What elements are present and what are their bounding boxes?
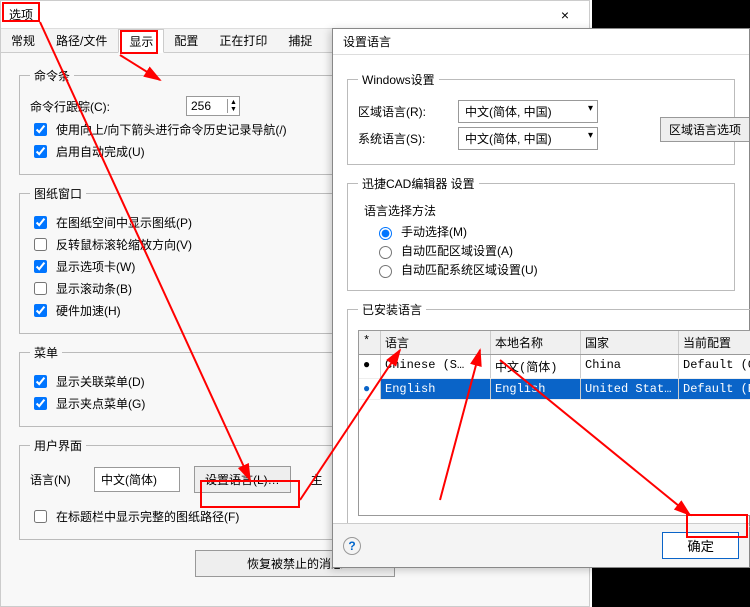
- tab-display[interactable]: 显示: [118, 29, 164, 53]
- tab-snap[interactable]: 捕捉: [278, 29, 323, 52]
- radio-auto-region[interactable]: 自动匹配区域设置(A): [374, 242, 724, 259]
- row-country: China: [581, 355, 679, 378]
- row-cfg: Default (En: [679, 379, 750, 399]
- spinner-up-icon[interactable]: ▲: [228, 99, 239, 106]
- ok-button[interactable]: 确定: [662, 532, 739, 559]
- set-language-button[interactable]: 设置语言(L)…: [194, 466, 291, 493]
- method-label: 语言选择方法: [364, 202, 724, 219]
- col-local-name[interactable]: 本地名称: [491, 331, 581, 354]
- language-value: 中文(简体): [94, 467, 180, 492]
- spinner-down-icon[interactable]: ▼: [228, 106, 239, 113]
- row-lang: English: [381, 379, 491, 399]
- group-installed-languages: 已安装语言 * 语言 本地名称 国家 当前配置 ● Chinese (S… 中文…: [347, 301, 750, 527]
- system-language-label: 系统语言(S):: [358, 130, 448, 147]
- col-language[interactable]: 语言: [381, 331, 491, 354]
- row-local: English: [491, 379, 581, 399]
- help-icon[interactable]: ?: [343, 537, 361, 555]
- cmd-track-input[interactable]: [187, 97, 227, 115]
- tab-paths[interactable]: 路径/文件: [46, 29, 118, 52]
- title-bar: 选项 ×: [1, 1, 589, 29]
- region-options-button[interactable]: 区域语言选项: [660, 117, 749, 142]
- decorative-strip: [592, 0, 750, 28]
- region-language-select[interactable]: 中文(简体, 中国): [458, 100, 598, 123]
- radio-auto-system[interactable]: 自动匹配系统区域设置(U): [374, 261, 724, 278]
- dialog-body: Windows设置 区域语言(R): 中文(简体, 中国) 系统语言(S): 中…: [333, 55, 749, 547]
- grid-header: * 语言 本地名称 国家 当前配置: [359, 331, 750, 355]
- group-ui-legend: 用户界面: [30, 437, 86, 454]
- group-command-bar-legend: 命令条: [30, 67, 74, 84]
- language-dialog: 设置语言 Windows设置 区域语言(R): 中文(简体, 中国) 系统语言(…: [332, 28, 750, 568]
- row-cfg: Default (Ch: [679, 355, 750, 378]
- language-grid: * 语言 本地名称 国家 当前配置 ● Chinese (S… 中文(简体) C…: [358, 330, 750, 516]
- group-menu-legend: 菜单: [30, 344, 62, 361]
- windows-settings-legend: Windows设置: [358, 71, 439, 88]
- grid-row-english[interactable]: ● English English United States Default …: [359, 379, 750, 400]
- col-config[interactable]: 当前配置: [679, 331, 750, 354]
- cmd-track-label: 命令行跟踪(C):: [30, 98, 140, 115]
- window-title: 选项: [9, 6, 33, 23]
- row-local: 中文(简体): [491, 355, 581, 378]
- tab-printing[interactable]: 正在打印: [209, 29, 278, 52]
- editor-settings-legend: 迅捷CAD编辑器 设置: [358, 175, 479, 192]
- row-country: United States: [581, 379, 679, 399]
- installed-languages-legend: 已安装语言: [358, 301, 426, 318]
- tab-config[interactable]: 配置: [164, 29, 209, 52]
- row-mark: ●: [359, 379, 381, 399]
- tab-general[interactable]: 常规: [1, 29, 46, 52]
- cmd-track-spinner[interactable]: ▲▼: [186, 96, 240, 116]
- row-lang: Chinese (S…: [381, 355, 491, 378]
- col-country[interactable]: 国家: [581, 331, 679, 354]
- ui-right-label: 主: [311, 471, 323, 488]
- radio-manual[interactable]: 手动选择(M): [374, 223, 724, 240]
- dialog-title: 设置语言: [333, 29, 749, 55]
- system-language-select[interactable]: 中文(简体, 中国): [458, 127, 598, 150]
- group-editor-settings: 迅捷CAD编辑器 设置 语言选择方法 手动选择(M) 自动匹配区域设置(A) 自…: [347, 175, 735, 291]
- region-language-label: 区域语言(R):: [358, 103, 448, 120]
- grid-row-chinese[interactable]: ● Chinese (S… 中文(简体) China Default (Ch: [359, 355, 750, 379]
- col-mark[interactable]: *: [359, 331, 381, 354]
- language-label: 语言(N): [30, 471, 86, 488]
- decorative-strip: [592, 568, 750, 607]
- row-mark: ●: [359, 355, 381, 378]
- group-drawing-window-legend: 图纸窗口: [30, 185, 86, 202]
- dialog-footer: ? 确定: [333, 523, 749, 567]
- close-icon[interactable]: ×: [545, 3, 585, 27]
